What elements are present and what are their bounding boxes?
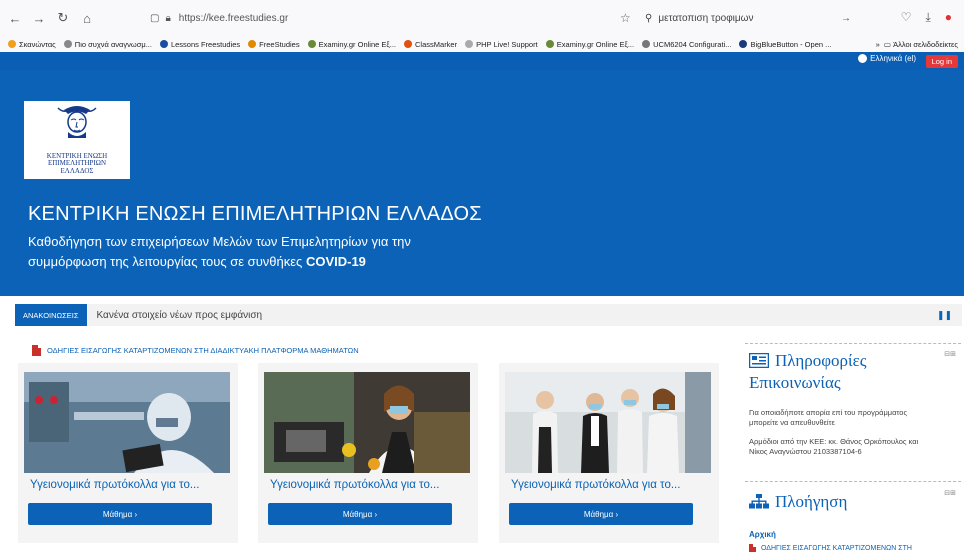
- logo-text: ΚΕΝΤΡΙΚΗ ΕΝΩΣΗ ΕΠΙΜΕΛΗΤΗΡΙΩΝ ΕΛΛΑΔΟΣ: [46, 151, 108, 175]
- pocket-icon[interactable]: ♡: [901, 10, 912, 25]
- course-title[interactable]: Υγειονομικά πρωτόκολλα για το...: [30, 479, 199, 491]
- bookmark-item[interactable]: Examiny.gr Online Εξ...: [307, 40, 396, 49]
- guide-link[interactable]: ΟΔΗΓΙΕΣ ΕΙΣΑΓΩΓΗΣ ΚΑΤΑΡΤΙΖΟΜΕΝΩΝ ΣΤΗ ΔΙΑ…: [32, 345, 359, 356]
- search-go-icon[interactable]: →: [841, 13, 851, 24]
- contact-text: Για οποιαδήποτε απορία επί του προγράμμα…: [749, 408, 908, 427]
- page-subtitle: Καθοδήγηση των επιχειρήσεων Μελών των Επ…: [28, 234, 411, 269]
- download-icon[interactable]: ⤓: [925, 10, 930, 25]
- back-icon[interactable]: ←: [6, 9, 24, 27]
- nav-home-link[interactable]: Αρχική: [749, 530, 776, 539]
- contact-persons: Αρμόδιοι από την ΚΕΕ: κκ. Θάνος Ορκόπουλ…: [749, 437, 919, 456]
- bookmark-item[interactable]: UCM6204 Configurati...: [642, 40, 731, 49]
- hermes-head-icon: [57, 106, 97, 138]
- top-strip: Ελληνικά (el) Log in: [0, 52, 964, 70]
- shield-icon: ▢: [150, 12, 160, 24]
- course-button[interactable]: Μάθημα ›: [28, 503, 212, 525]
- course-image[interactable]: [24, 372, 230, 473]
- block-controls-icon[interactable]: ⊟⊞: [944, 489, 956, 497]
- search-text: μετατοπιση τροφιμων: [658, 12, 754, 24]
- navigation-block-title: Πλοήγηση: [749, 492, 847, 512]
- course-button[interactable]: Μάθημα ›: [268, 503, 452, 525]
- login-button[interactable]: Log in: [925, 55, 958, 68]
- divider: [745, 481, 961, 482]
- news-text: Κανένα στοιχείο νέων προς εμφάνιση: [96, 309, 263, 321]
- reload-icon[interactable]: ↻: [54, 9, 72, 27]
- extension-icon[interactable]: ●: [945, 10, 952, 25]
- bookmark-item[interactable]: Lessons Freestudies: [159, 40, 240, 49]
- language-selector[interactable]: Ελληνικά (el): [858, 54, 916, 63]
- course-image[interactable]: [264, 372, 470, 473]
- bookmark-star-icon[interactable]: ☆: [620, 11, 631, 25]
- bookmark-item[interactable]: BigBlueButton - Open ...: [739, 40, 831, 49]
- contact-card-icon: [749, 353, 769, 368]
- contact-block-title: Πληροφορίες Επικοινωνίας: [749, 351, 867, 392]
- address-bar[interactable]: ▢ 🔒︎ https://kee.freestudies.gr: [150, 8, 490, 28]
- browser-toolbar: ← → ↻ ⌂ ▢ 🔒︎ https://kee.freestudies.gr …: [0, 0, 964, 36]
- news-ticker: ΑΝΑΚΟΙΝΩΣΕΙΣ Κανένα στοιχείο νέων προς ε…: [15, 304, 962, 326]
- forward-icon[interactable]: →: [30, 9, 48, 27]
- url-text: https://kee.freestudies.gr: [178, 12, 289, 24]
- search-icon: ⚲: [645, 12, 653, 24]
- nav-doc-link[interactable]: ΟΔΗΓΙΕΣ ΕΙΣΑΓΩΓΗΣ ΚΑΤΑΡΤΙΖΟΜΕΝΩΝ ΣΤΗ: [749, 544, 912, 552]
- logo[interactable]: ΚΕΝΤΡΙΚΗ ΕΝΩΣΗ ΕΠΙΜΕΛΗΤΗΡΙΩΝ ΕΛΛΑΔΟΣ: [24, 101, 130, 179]
- course-card: Υγειονομικά πρωτόκολλα για το... Μάθημα …: [499, 363, 719, 543]
- course-card: Υγειονομικά πρωτόκολλα για το... Μάθημα …: [258, 363, 478, 543]
- course-card: Υγειονομικά πρωτόκολλα για το... Μάθημα …: [18, 363, 238, 543]
- folder-icon: ▭: [883, 39, 894, 49]
- course-title[interactable]: Υγειονομικά πρωτόκολλα για το...: [511, 479, 680, 491]
- sitemap-icon: [749, 494, 769, 509]
- course-button[interactable]: Μάθημα ›: [509, 503, 693, 525]
- bookmarks-bar: Σκανώντας Πιο συχνά αναγνωσμ... Lessons …: [0, 36, 964, 52]
- pause-icon[interactable]: ❚❚: [937, 310, 952, 321]
- block-controls-icon[interactable]: ⊟⊞: [944, 350, 956, 358]
- bookmark-item[interactable]: Σκανώντας: [8, 40, 56, 49]
- bookmark-item[interactable]: PHP Live! Support: [465, 40, 538, 49]
- bookmark-item[interactable]: Πιο συχνά αναγνωσμ...: [63, 40, 152, 49]
- lock-icon: 🔒︎: [165, 12, 171, 24]
- bookmark-item[interactable]: Examiny.gr Online Εξ...: [545, 40, 634, 49]
- divider: [745, 343, 961, 344]
- search-bar[interactable]: ⚲ μετατοπιση τροφιμων →: [645, 8, 865, 28]
- hero-banner: ΚΕΝΤΡΙΚΗ ΕΝΩΣΗ ΕΠΙΜΕΛΗΤΗΡΙΩΝ ΕΛΛΑΔΟΣ ΚΕΝ…: [0, 70, 964, 296]
- pdf-icon: [32, 345, 41, 356]
- course-title[interactable]: Υγειονομικά πρωτόκολλα για το...: [270, 479, 439, 491]
- news-tag[interactable]: ΑΝΑΚΟΙΝΩΣΕΙΣ: [15, 304, 87, 326]
- bookmark-item[interactable]: FreeStudies: [248, 40, 300, 49]
- bookmark-item[interactable]: ClassMarker: [404, 40, 457, 49]
- page-title: ΚΕΝΤΡΙΚΗ ΕΝΩΣΗ ΕΠΙΜΕΛΗΤΗΡΙΩΝ ΕΛΛΑΔΟΣ: [28, 203, 482, 225]
- home-icon[interactable]: ⌂: [78, 9, 96, 27]
- course-image[interactable]: [505, 372, 711, 473]
- pdf-icon: [749, 544, 756, 552]
- chevron-right-icon: »: [875, 39, 884, 49]
- globe-icon: [858, 54, 868, 63]
- other-bookmarks[interactable]: » ▭ Άλλοι σελιδοδείκτες: [876, 36, 958, 52]
